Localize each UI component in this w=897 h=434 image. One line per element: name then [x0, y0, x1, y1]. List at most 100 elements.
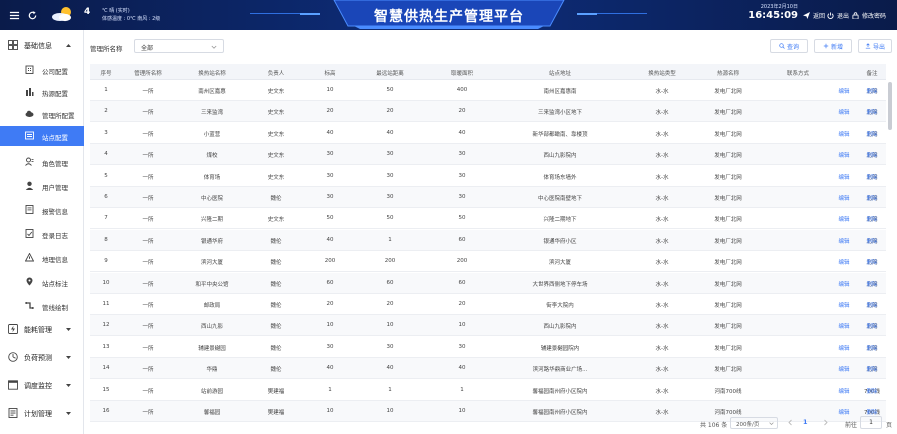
delete-link[interactable]: 删除 — [862, 387, 882, 395]
table-cell: 20 — [326, 108, 334, 115]
refresh-icon[interactable] — [26, 9, 38, 21]
sidebar-item-heat-source-config[interactable]: 热源配置 — [0, 82, 84, 102]
send-icon — [803, 12, 810, 19]
delete-link[interactable]: 删除 — [862, 344, 882, 352]
table-header: 序号 管理所名称 换热站名称 负责人 标高 最远站距离 取暖面积 站点地址 换热站类型 热源名称 联… — [90, 64, 886, 80]
edit-link[interactable]: 编辑 — [834, 408, 854, 416]
edit-link[interactable]: 编辑 — [834, 301, 854, 309]
sidebar-group-basic-info[interactable]: 基础信息 — [0, 34, 84, 56]
table-scrollbar[interactable] — [888, 82, 892, 130]
delete-link[interactable]: 删除 — [862, 258, 882, 266]
sidebar-item-role-management[interactable]: 角色管理 — [0, 152, 84, 172]
chevron-down-icon — [66, 328, 71, 331]
sidebar-group-plan-management[interactable]: 计划管理 — [0, 402, 84, 424]
delete-link[interactable]: 删除 — [862, 322, 882, 330]
table-cell: 南州区嘉惠南 — [543, 89, 577, 95]
table-row: 7 一所 兴隆二期 史文东 50 50 50 兴隆二期地下 水-水 发电厂北网 北网 编辑 删除 — [90, 208, 886, 230]
table-cell: 发电厂北网 — [714, 260, 742, 267]
sidebar-item-user-management[interactable]: 用户管理 — [0, 176, 84, 196]
table-cell: 30 — [458, 172, 466, 179]
current-date: 2023年2月10日 — [760, 4, 798, 10]
delete-link[interactable]: 删除 — [862, 130, 882, 138]
table-cell: 30 — [326, 172, 334, 179]
change-password-button[interactable]: 修改密码 — [852, 11, 886, 20]
table-cell: 中心医院 — [200, 196, 223, 202]
column-header: 最远站距离 — [376, 71, 404, 77]
edit-link[interactable]: 编辑 — [834, 365, 854, 373]
table-cell: 200 — [384, 258, 396, 265]
delete-link[interactable]: 删除 — [862, 87, 882, 95]
role-icon — [25, 157, 34, 166]
edit-link[interactable]: 编辑 — [834, 173, 854, 181]
sidebar-group-energy[interactable]: 能耗管理 — [0, 318, 84, 340]
management-select[interactable]: 全部 — [134, 39, 224, 53]
delete-link[interactable]: 删除 — [862, 173, 882, 181]
prev-page-icon[interactable] — [787, 419, 794, 426]
edit-link[interactable]: 编辑 — [834, 258, 854, 266]
table-cell: 西山九影院内 — [543, 153, 577, 160]
delete-link[interactable]: 删除 — [862, 151, 882, 159]
sidebar-item-login-log[interactable]: 登录日志 — [0, 224, 84, 244]
back-button[interactable]: 返回 — [803, 11, 825, 20]
add-button[interactable]: 新增 — [814, 39, 852, 53]
delete-link[interactable]: 删除 — [862, 215, 882, 223]
sidebar-item-company-config[interactable]: 公司配置 — [0, 60, 84, 80]
search-icon — [779, 43, 785, 49]
delete-link[interactable]: 删除 — [862, 108, 882, 116]
user-icon — [25, 181, 34, 190]
table-cell: 滨河路华鼎商业广场... — [532, 367, 588, 374]
table-cell: 水-水 — [655, 367, 669, 374]
delete-link[interactable]: 删除 — [862, 237, 882, 245]
edit-link[interactable]: 编辑 — [834, 322, 854, 330]
query-button[interactable]: 查询 — [770, 39, 808, 53]
sidebar-item-label: 报警信息 — [42, 208, 68, 216]
table-cell: 发电厂北网 — [714, 174, 742, 181]
current-page[interactable]: 1 — [803, 418, 808, 426]
delete-link[interactable]: 删除 — [862, 301, 882, 309]
sidebar-item-site-marking[interactable]: 站点标注 — [0, 272, 84, 292]
delete-link[interactable]: 删除 — [862, 365, 882, 373]
sidebar-item-pipeline-drawing[interactable]: 管线绘制 — [0, 296, 84, 316]
next-page-icon[interactable] — [822, 419, 829, 426]
sidebar-item-label: 管线绘制 — [42, 304, 68, 312]
weather-icon — [52, 7, 71, 22]
sidebar-item-geo-info[interactable]: 地理信息 — [0, 248, 84, 268]
edit-link[interactable]: 编辑 — [834, 344, 854, 352]
edit-link[interactable]: 编辑 — [834, 215, 854, 223]
table-cell: 30 — [386, 151, 394, 158]
edit-link[interactable]: 编辑 — [834, 108, 854, 116]
menu-icon[interactable] — [8, 9, 20, 21]
edit-link[interactable]: 编辑 — [834, 130, 854, 138]
goto-label: 前往 — [845, 421, 858, 429]
table-cell: 50 — [386, 87, 394, 93]
edit-link[interactable]: 编辑 — [834, 387, 854, 395]
sidebar-item-station-config[interactable]: 站点配置 — [0, 126, 84, 146]
table-cell: 西山九影 — [200, 324, 223, 331]
delete-link[interactable]: 删除 — [862, 194, 882, 202]
edit-link[interactable]: 编辑 — [834, 194, 854, 202]
sidebar-item-management-config[interactable]: 管理所配置 — [0, 104, 84, 124]
edit-link[interactable]: 编辑 — [834, 237, 854, 245]
sidebar-group-load-forecast[interactable]: 负荷预测 — [0, 346, 84, 368]
export-icon — [865, 43, 871, 49]
edit-link[interactable]: 编辑 — [834, 151, 854, 159]
chevron-up-icon — [66, 44, 71, 47]
chevron-down-icon — [211, 45, 217, 49]
table-cell: 水-水 — [655, 260, 669, 267]
delete-link[interactable]: 删除 — [862, 408, 882, 416]
sidebar-item-alarm-info[interactable]: 报警信息 — [0, 200, 84, 220]
logout-button[interactable]: 退出 — [827, 11, 849, 20]
change-password-label: 修改密码 — [862, 13, 887, 20]
table-cell: 魏伦 — [270, 260, 282, 267]
export-button[interactable]: 导出 — [858, 39, 892, 53]
station-icon — [25, 131, 34, 140]
goto-page-input[interactable]: 1 — [860, 416, 882, 429]
table-cell: 南州区嘉惠 — [198, 89, 226, 95]
table-cell: 辅建景樾园院内 — [540, 345, 580, 352]
edit-link[interactable]: 编辑 — [834, 280, 854, 288]
edit-link[interactable]: 编辑 — [834, 87, 854, 95]
sidebar-group-dispatch-monitor[interactable]: 调度监控 — [0, 374, 84, 396]
page-size-select[interactable]: 200条/页 — [730, 417, 778, 429]
table-cell: 一所 — [142, 303, 154, 309]
delete-link[interactable]: 删除 — [862, 280, 882, 288]
